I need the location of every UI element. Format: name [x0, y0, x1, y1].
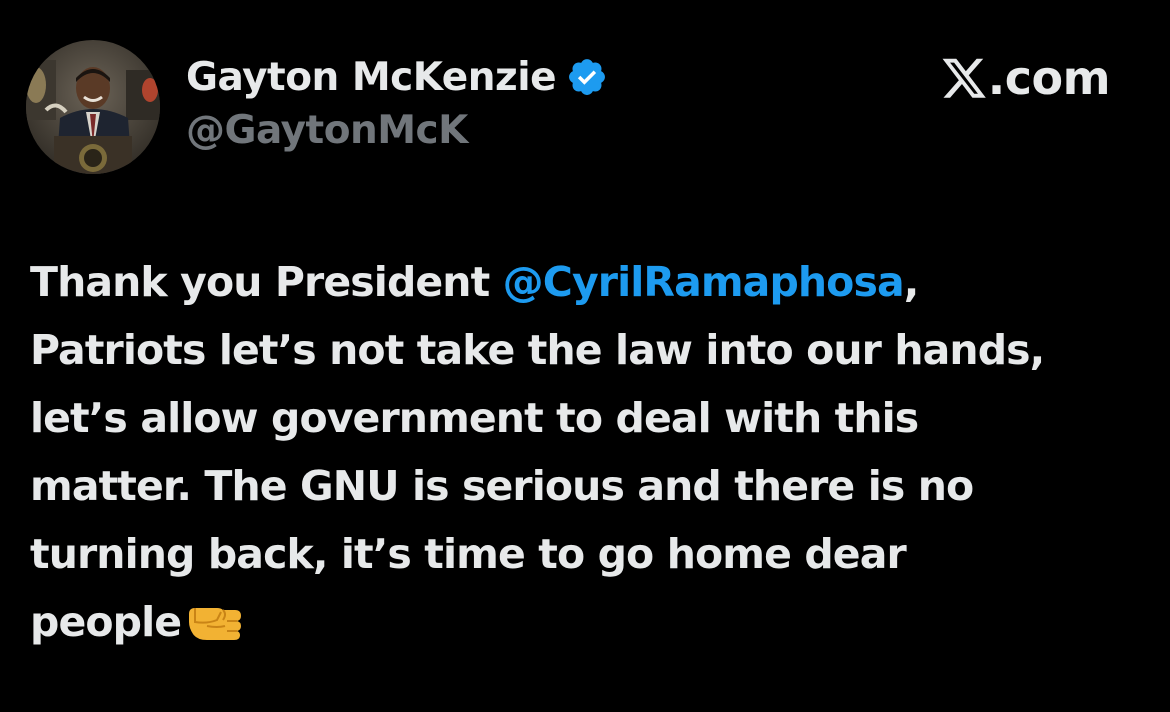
author-name-row[interactable]: Gayton McKenzie	[186, 52, 608, 102]
tweet-line: Patriots let’s not take the law into our…	[30, 326, 1045, 374]
tweet-text-segment: ,	[903, 258, 920, 306]
source-domain: .com	[987, 51, 1111, 105]
verified-badge-icon	[566, 56, 608, 98]
tweet-text: Thank you President @CyrilRamaphosa, Pat…	[30, 248, 1140, 656]
tweet-text-segment: Thank you President	[30, 258, 503, 306]
author-handle[interactable]: @GaytonMcK	[186, 108, 468, 153]
tweet-card: Gayton McKenzie @GaytonMcK .com Thank yo…	[0, 0, 1170, 712]
tweet-line: matter. The GNU is serious and there is …	[30, 462, 974, 510]
mention-link[interactable]: @CyrilRamaphosa	[503, 258, 905, 306]
tweet-text-segment: people	[30, 598, 182, 646]
right-facing-fist-emoji-icon	[187, 594, 243, 640]
tweet-line: turning back, it’s time to go home dear	[30, 530, 907, 578]
avatar-photo	[26, 40, 160, 174]
source-label: .com	[942, 48, 1111, 108]
author-display-name[interactable]: Gayton McKenzie	[186, 55, 557, 100]
tweet-line: let’s allow government to deal with this	[30, 394, 919, 442]
x-logo-icon	[942, 56, 986, 100]
avatar[interactable]	[26, 40, 160, 174]
tweet-line: Thank you President @CyrilRamaphosa,	[30, 248, 1140, 316]
tweet-line: people	[30, 588, 1140, 656]
